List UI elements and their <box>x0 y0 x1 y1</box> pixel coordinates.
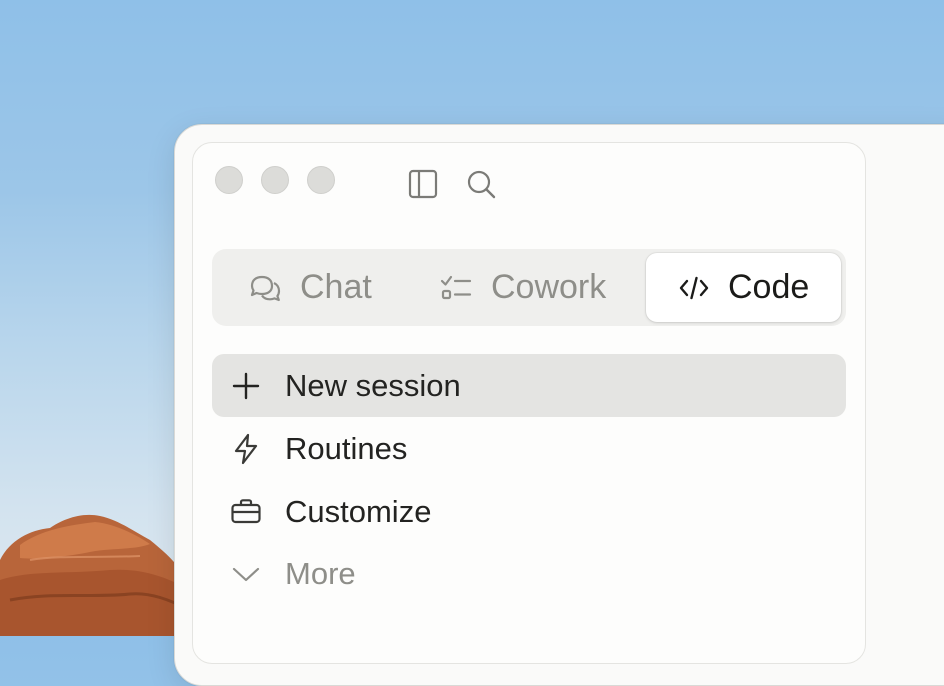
code-icon <box>678 272 710 304</box>
more-label: More <box>285 555 356 591</box>
chevron-down-icon <box>228 556 264 592</box>
customize-label: Customize <box>285 493 432 529</box>
more-button[interactable]: More <box>212 542 846 605</box>
window-zoom-button[interactable] <box>307 166 335 194</box>
tab-chat[interactable]: Chat <box>248 253 372 322</box>
routines-button[interactable]: Routines <box>212 417 846 480</box>
lightning-icon <box>228 431 264 467</box>
tab-code-label: Code <box>728 268 810 306</box>
tab-chat-label: Chat <box>300 268 372 306</box>
sidebar-toggle-button[interactable] <box>407 168 439 200</box>
window-minimize-button[interactable] <box>261 166 289 194</box>
new-session-button[interactable]: New session <box>212 354 846 417</box>
tab-cowork[interactable]: Cowork <box>439 253 606 322</box>
briefcase-icon <box>228 494 264 530</box>
customize-button[interactable]: Customize <box>212 480 846 543</box>
chat-bubbles-icon <box>248 271 282 305</box>
search-button[interactable] <box>465 168 497 200</box>
new-session-label: New session <box>285 367 461 403</box>
desktop-wallpaper-rocks <box>0 514 200 636</box>
plus-icon <box>228 368 264 404</box>
window-close-button[interactable] <box>215 166 243 194</box>
sidebar-toggle-icon <box>408 169 438 199</box>
checklist-icon <box>439 271 473 305</box>
tab-code[interactable]: Code <box>646 253 841 322</box>
mode-segmented-control: Chat Cowork Code <box>212 249 846 326</box>
tab-cowork-label: Cowork <box>491 268 607 306</box>
search-icon <box>467 170 496 199</box>
routines-label: Routines <box>285 430 408 466</box>
